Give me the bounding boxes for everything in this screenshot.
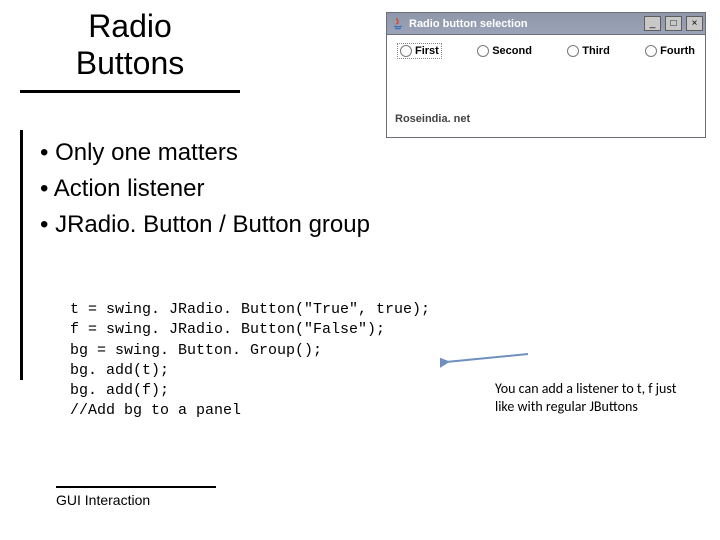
radio-label: Third	[582, 45, 610, 57]
radio-option-first[interactable]: First	[397, 43, 442, 59]
radio-icon	[477, 45, 489, 57]
radio-label: Fourth	[660, 45, 695, 57]
radio-icon	[567, 45, 579, 57]
maximize-button[interactable]: □	[665, 16, 682, 31]
radio-option-second[interactable]: Second	[477, 43, 532, 59]
radio-label: Second	[492, 45, 532, 57]
footer-text: GUI Interaction	[56, 492, 216, 508]
attribution-text: Roseindia. net	[393, 65, 699, 133]
radio-option-fourth[interactable]: Fourth	[645, 43, 695, 59]
java-window-titlebar: Radio button selection _ □ ×	[387, 13, 705, 35]
radio-icon	[645, 45, 657, 57]
radio-option-third[interactable]: Third	[567, 43, 610, 59]
java-window-body: First Second Third Fourth Roseindia. net	[387, 35, 705, 137]
slide-title: Radio Buttons	[20, 8, 240, 86]
title-underline	[20, 90, 240, 93]
code-block: t = swing. JRadio. Button("True", true);…	[70, 300, 430, 422]
footer-rule	[56, 486, 216, 488]
java-window: Radio button selection _ □ × First Secon…	[386, 12, 706, 138]
java-window-title: Radio button selection	[409, 18, 640, 30]
java-icon	[391, 17, 405, 31]
minimize-button[interactable]: _	[644, 16, 661, 31]
bullet-item: Only one matters	[40, 135, 370, 171]
vertical-rule	[20, 130, 23, 380]
bullet-item: JRadio. Button / Button group	[40, 207, 370, 243]
close-button[interactable]: ×	[686, 16, 703, 31]
bullet-item: Action listener	[40, 171, 370, 207]
radio-icon	[400, 45, 412, 57]
radio-row: First Second Third Fourth	[393, 43, 699, 65]
callout-text: You can add a listener to t, f just like…	[495, 380, 685, 415]
arrow-icon	[440, 350, 530, 370]
bullet-list: Only one matters Action listener JRadio.…	[40, 135, 370, 243]
radio-label: First	[415, 45, 439, 57]
